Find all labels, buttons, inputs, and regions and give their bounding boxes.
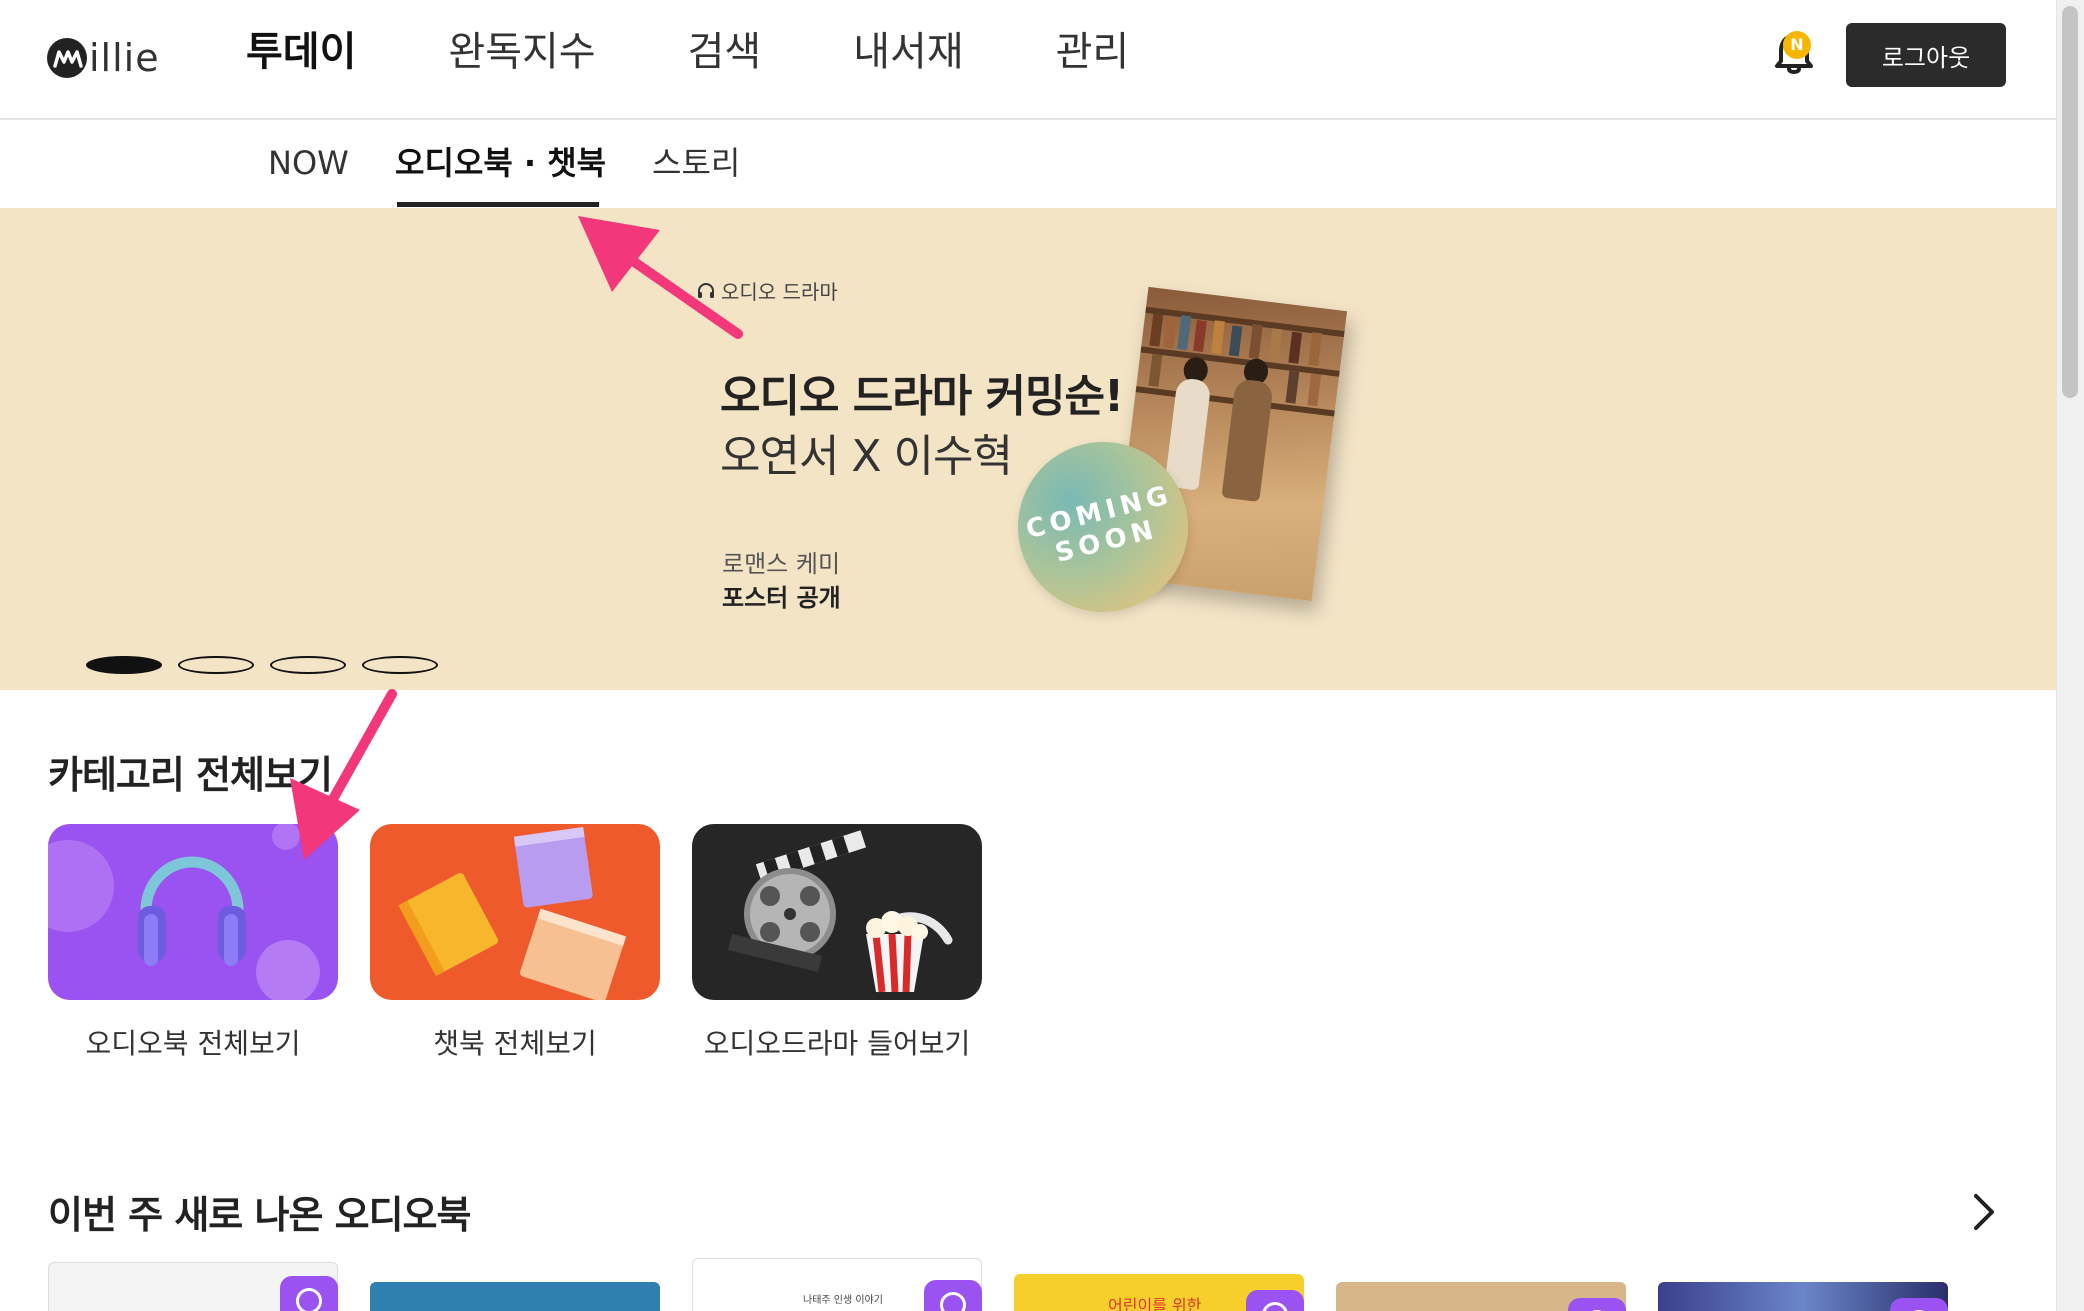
category-section-title: 카테고리 전체보기 [48,753,333,797]
audiobook-badge-icon [924,1280,982,1311]
nav-item-today[interactable]: 투데이 [246,22,356,82]
banner-tag: 로맨스 케미 [722,550,841,578]
new-audiobooks-title: 이번 주 새로 나온 오디오북 [48,1193,471,1237]
nav-item-my-library[interactable]: 내서재 [853,22,963,82]
logout-button[interactable]: 로그아웃 [1846,23,2006,87]
category-card-audiobook[interactable] [48,824,338,1000]
logo-text: illie [89,36,160,80]
headphones-icon [698,282,714,298]
banner-title: 오디오 드라마 커밍순! [720,371,1124,422]
nav-item-search[interactable]: 검색 [688,22,762,82]
category-label-chatbook[interactable]: 챗북 전체보기 [370,1022,660,1062]
nav-item-manage[interactable]: 관리 [1056,22,1130,82]
carousel-dot-3[interactable] [270,656,346,674]
scrollbar-thumb[interactable] [2062,6,2078,398]
audiobook-badge-icon [280,1276,338,1311]
tab-now[interactable]: NOW [268,140,349,186]
book-cover-4-text: 어린이를 위한 [1108,1296,1202,1311]
category-card-audiodrama[interactable] [692,824,982,1000]
book-cover-2[interactable] [370,1282,660,1311]
books-icon [398,827,627,1000]
carousel-dot-2[interactable] [178,656,254,674]
headphones-icon [48,824,320,1000]
tab-audiobook-chatbook[interactable]: 오디오북 · 챗북 [395,140,606,186]
notification-badge: N [1783,31,1811,59]
film-popcorn-icon [728,830,953,993]
logo-mark-icon [47,38,87,78]
chevron-right-icon[interactable] [1966,1192,2000,1232]
nav-item-completion-index[interactable]: 완독지수 [448,22,595,82]
sub-tabs: NOW 오디오북 · 챗북 스토리 [0,122,2056,208]
tab-story[interactable]: 스토리 [652,140,740,186]
main-nav: 투데이 완독지수 검색 내서재 관리 [246,22,1221,82]
active-tab-indicator [397,202,599,207]
category-label-audiodrama[interactable]: 오디오드라마 들어보기 [692,1022,982,1062]
category-card-chatbook[interactable] [370,824,660,1000]
promo-banner[interactable]: 오디오 드라마 오디오 드라마 커밍순! 오연서 X 이수혁 로맨스 케미 포스… [0,208,2056,690]
banner-eyebrow: 오디오 드라마 [697,276,838,305]
carousel-dots [86,656,454,674]
category-label-audiobook[interactable]: 오디오북 전체보기 [48,1022,338,1062]
millie-logo[interactable]: illie [47,28,160,88]
top-navigation-bar: illie 투데이 완독지수 검색 내서재 관리 N 로그아웃 [0,0,2056,120]
banner-eyebrow-text: 오디오 드라마 [721,280,838,304]
carousel-dot-1[interactable] [86,656,162,674]
carousel-dot-4[interactable] [362,656,438,674]
audiobook-badge-icon [1246,1290,1304,1311]
banner-tag-bold: 포스터 공개 [722,584,841,612]
book-cover-3-text: 나태주 인생 이야기 [803,1295,883,1306]
audiobook-badge-icon [1568,1298,1626,1311]
banner-subtitle: 오연서 X 이수혁 [720,431,1013,482]
audiobook-badge-icon [1890,1298,1948,1311]
